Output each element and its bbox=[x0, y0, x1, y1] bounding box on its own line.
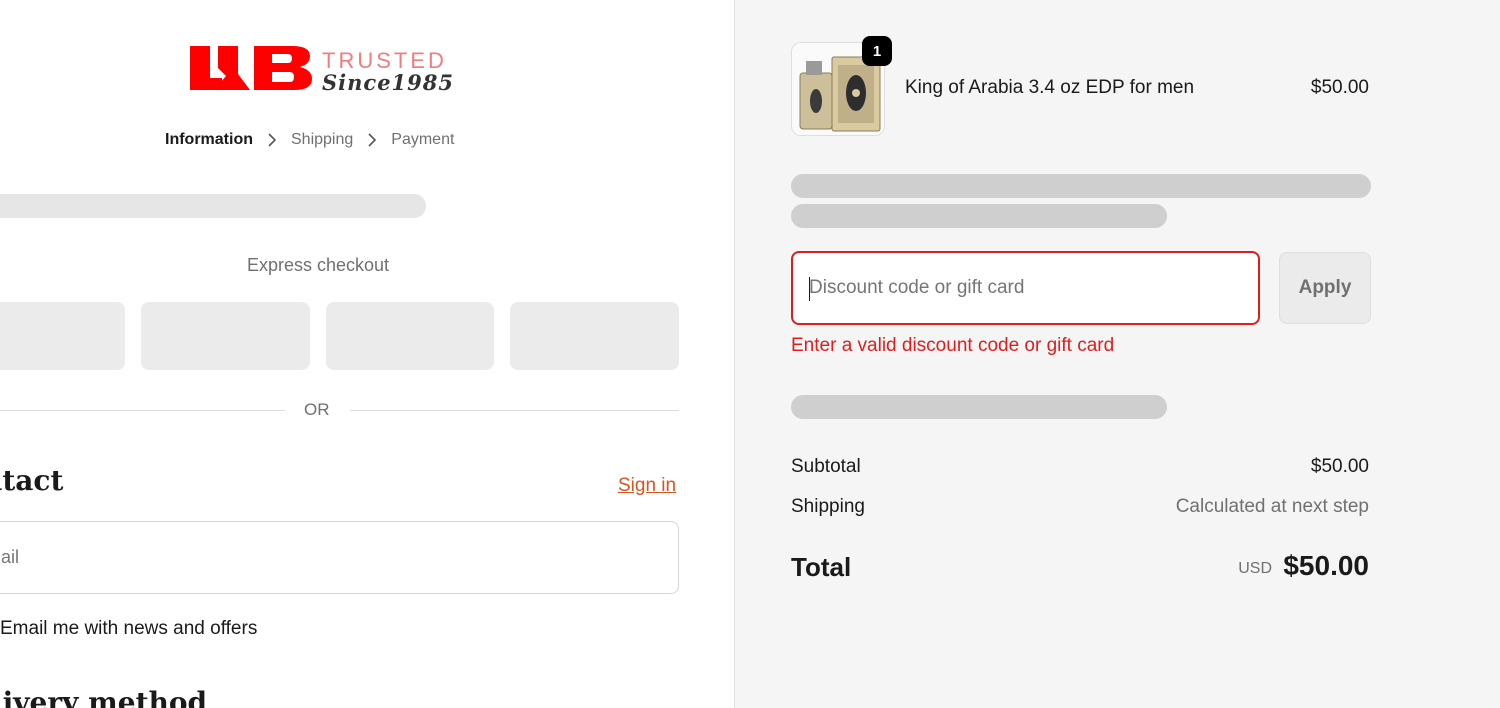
shipping-value: Calculated at next step bbox=[1175, 496, 1369, 517]
breadcrumb-information[interactable]: Information bbox=[165, 131, 253, 149]
breadcrumb-shipping: Shipping bbox=[291, 131, 354, 148]
express-checkout-title: Express checkout bbox=[246, 255, 390, 275]
lb-logo-icon bbox=[190, 46, 312, 90]
discount-code-field[interactable] bbox=[791, 251, 1260, 325]
loading-placeholder-bar bbox=[791, 174, 1371, 198]
delivery-method-heading: livery method bbox=[0, 686, 208, 708]
loading-placeholder-bar bbox=[0, 194, 426, 218]
email-field[interactable] bbox=[0, 521, 679, 594]
express-checkout-button-4[interactable] bbox=[510, 302, 679, 370]
divider-line-left bbox=[0, 410, 285, 411]
total-label: Total bbox=[791, 552, 852, 582]
express-checkout-button-3[interactable] bbox=[326, 302, 494, 370]
total-value: $50.00 bbox=[1283, 550, 1369, 581]
breadcrumb: Information Shipping Payment bbox=[165, 131, 454, 149]
product-price: $50.00 bbox=[1310, 77, 1369, 98]
sign-in-link[interactable]: Sign in bbox=[618, 475, 676, 497]
shipping-label: Shipping bbox=[791, 496, 865, 517]
logo-since-text: Since1985 bbox=[322, 70, 455, 95]
subtotal-label: Subtotal bbox=[791, 456, 861, 477]
divider-line-right bbox=[350, 410, 679, 411]
loading-placeholder-bar bbox=[791, 204, 1167, 228]
chevron-right-icon bbox=[368, 133, 377, 147]
store-logo[interactable]: TRUSTED Since1985 bbox=[188, 42, 455, 95]
total-currency: USD bbox=[1238, 560, 1272, 577]
contact-heading: ntact bbox=[0, 464, 64, 497]
express-checkout-button-2[interactable] bbox=[141, 302, 310, 370]
divider-or-text: OR bbox=[304, 400, 330, 419]
email-input[interactable] bbox=[0, 522, 678, 593]
apply-discount-button[interactable]: Apply bbox=[1279, 252, 1371, 324]
checkout-main-panel: TRUSTED Since1985 Information Shipping P… bbox=[0, 0, 734, 708]
subtotal-value: $50.00 bbox=[1310, 456, 1369, 477]
order-summary-panel: 1 King of Arabia 3.4 oz EDP for men $50.… bbox=[734, 0, 1500, 708]
breadcrumb-payment: Payment bbox=[391, 131, 455, 148]
express-checkout-button-1[interactable] bbox=[0, 302, 125, 370]
product-name: King of Arabia 3.4 oz EDP for men bbox=[905, 77, 1195, 98]
discount-error-message: Enter a valid discount code or gift card bbox=[791, 335, 1115, 356]
discount-code-input[interactable] bbox=[793, 253, 1258, 323]
quantity-badge: 1 bbox=[862, 36, 892, 66]
newsletter-checkbox-label[interactable]: Email me with news and offers bbox=[0, 618, 257, 640]
loading-placeholder-bar bbox=[791, 395, 1167, 419]
chevron-right-icon bbox=[268, 133, 277, 147]
text-cursor bbox=[809, 277, 810, 301]
